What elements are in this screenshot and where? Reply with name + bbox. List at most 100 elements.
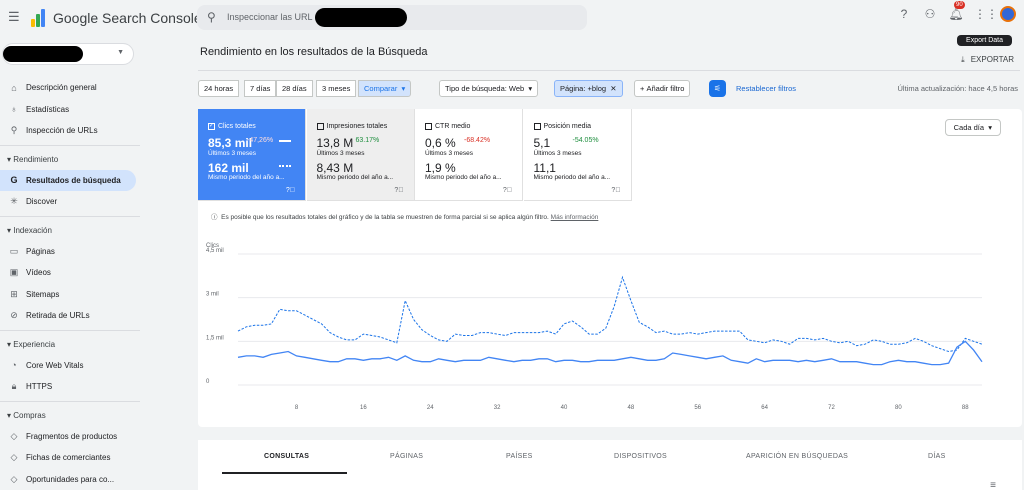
sidebar-section-experiencia[interactable]: ▾ Experiencia xyxy=(7,340,55,349)
help-icon[interactable]: ?⃝ xyxy=(286,187,295,194)
sidebar-item-core-web-vitals[interactable]: ◔ Core Web Vitals xyxy=(0,355,136,376)
sidebar-item-sitemaps[interactable]: ⊞ Sitemaps xyxy=(0,284,136,305)
menu-icon[interactable]: ☰ xyxy=(8,10,20,23)
metric-prev-value: 162 mil xyxy=(208,161,249,175)
metric-value: 0,6 % xyxy=(425,136,456,150)
range-28d[interactable]: 28 días xyxy=(276,80,313,97)
sidebar-item-label: Fragmentos de productos xyxy=(26,431,118,441)
add-filter-button[interactable]: + Añadir filtro xyxy=(634,80,691,97)
sidebar-divider xyxy=(0,400,140,402)
help-icon[interactable]: ?⃝ xyxy=(503,187,512,194)
top-bar: ☰ Google Search Console ⚲ Inspeccionar l… xyxy=(0,0,1024,38)
range-24h[interactable]: 24 horas xyxy=(198,80,240,97)
metric-tile-3[interactable]: CTR medio 0,6 % -68.42% Últimos 3 meses 1,9 … xyxy=(415,109,523,201)
sidebar-item-v-deos[interactable]: ▣ Vídeos xyxy=(0,262,136,283)
metric-tile-1[interactable]: ✓ Clics totales 85,3 mil -47,26% Últimos 3 m… xyxy=(198,109,306,201)
video-icon: ▣ xyxy=(9,267,19,277)
last-update: Última actualización: hace 4,5 horas xyxy=(897,84,1018,93)
x-tick-label: 56 xyxy=(694,405,701,411)
export-label: EXPORTAR xyxy=(970,55,1014,64)
metric-delta: -47,26% xyxy=(247,137,274,144)
diamond-icon: ◇ xyxy=(10,430,18,441)
plus-icon: + xyxy=(640,84,645,93)
metric-checkbox[interactable]: ✓ Clics totales xyxy=(208,123,256,130)
metric-checkbox[interactable]: Impresiones totales xyxy=(316,123,387,130)
y-tick-label: 3 mil xyxy=(206,292,219,298)
x-tick-label: 72 xyxy=(828,405,835,411)
manage-users-icon[interactable]: ⚇ xyxy=(922,6,938,22)
y-tick-label: 0 xyxy=(206,379,210,385)
chevron-down-icon: ▾ xyxy=(401,84,406,93)
eye-off-icon: ⊘ xyxy=(10,310,18,320)
sidebar-item-https[interactable]: 🔒︎ HTTPS xyxy=(0,376,136,397)
filter-list-icon[interactable]: ≡ xyxy=(990,480,996,490)
notifications-icon[interactable]: 🔔︎ 90 xyxy=(948,1,965,22)
filter-settings-icon[interactable]: ⚟ xyxy=(709,80,726,97)
asterisk-icon: ✳ xyxy=(10,196,18,206)
partial-results-info: ⓘ Es posible que los resultados totales … xyxy=(211,211,598,221)
sidebar-item-retirada-de-urls[interactable]: ⊘ Retirada de URLs xyxy=(0,305,136,326)
redacted-property xyxy=(3,46,83,62)
avatar[interactable] xyxy=(1000,6,1016,22)
tab-dispositivos[interactable]: DISPOSITIVOS xyxy=(614,453,667,460)
sidebar-item-estad-sticas[interactable]: ♁ Estadísticas xyxy=(0,99,136,120)
metric-delta: -68.42% xyxy=(464,137,491,144)
sidebar-item-label: Oportunidades para co... xyxy=(26,474,115,484)
checkbox-icon xyxy=(533,123,541,130)
metric-value: 85,3 mil xyxy=(208,136,253,150)
sidebar-section-rendimiento[interactable]: ▾ Rendimiento xyxy=(7,155,58,164)
tab-consultas[interactable]: CONSULTAS xyxy=(264,453,309,460)
gauge-icon: ◔ xyxy=(11,360,17,370)
sidebar-item-fichas-de-comerciantes[interactable]: ◇ Fichas de comerciantes xyxy=(0,447,136,468)
metric-checkbox[interactable]: CTR medio xyxy=(425,123,470,130)
help-icon[interactable]: ?⃝ xyxy=(394,187,403,194)
metric-label: Clics totales xyxy=(218,123,256,130)
metric-period: Últimos 3 meses xyxy=(533,150,582,157)
x-tick-label: 48 xyxy=(628,405,635,411)
range-3m[interactable]: 3 meses xyxy=(316,80,357,97)
sidebar-item-p-ginas[interactable]: ▭ Páginas xyxy=(0,241,136,262)
checkbox-icon xyxy=(425,123,432,130)
checkbox-icon xyxy=(316,123,324,130)
sidebar-item-inspecci-n-de-urls[interactable]: ⚲ Inspección de URLs xyxy=(0,120,136,141)
search-icon: ⚲ xyxy=(207,10,216,24)
sidebar-item-discover[interactable]: ✳ Discover xyxy=(0,191,136,212)
reset-filters-link[interactable]: Restablecer filtros xyxy=(736,84,796,93)
help-icon[interactable]: ?⃝ xyxy=(611,187,620,194)
apps-icon[interactable]: ⋮⋮ xyxy=(974,6,998,22)
export-button[interactable]: ⤓ EXPORTAR xyxy=(961,55,1014,65)
metric-prev-period: Mismo periodo del año a... xyxy=(425,174,502,181)
section-title: Indexación xyxy=(13,225,52,235)
search-type-filter[interactable]: Tipo de búsqueda: Web ▾ xyxy=(439,80,539,97)
granularity-select[interactable]: Cada día ▾ xyxy=(944,119,1001,136)
sidebar-section-compras[interactable]: ▾ Compras xyxy=(7,411,46,420)
page-filter-chip[interactable]: Página: +blog ✕ xyxy=(554,80,623,97)
solid-line-legend-icon xyxy=(279,140,291,142)
active-tab-indicator xyxy=(222,472,347,474)
metric-checkbox[interactable]: Posición media xyxy=(533,123,591,130)
sidebar-section-indexación[interactable]: ▾ Indexación xyxy=(7,226,52,235)
sidebar-item-resultados-de-b-squeda[interactable]: G Resultados de búsqueda xyxy=(0,169,136,191)
sidebar-item-oportunidades-para-co[interactable]: ◇ Oportunidades para co... xyxy=(0,469,136,490)
close-icon[interactable]: ✕ xyxy=(610,84,616,93)
sidebar-item-descripci-n-general[interactable]: ⌂ Descripción general xyxy=(0,77,136,98)
sidebar-item-fragmentos-de-productos[interactable]: ◇ Fragmentos de productos xyxy=(0,426,136,447)
range-7d[interactable]: 7 días xyxy=(244,80,277,97)
property-selector[interactable]: ▼ xyxy=(2,43,134,65)
tab-aparici-n-en-b-squedas[interactable]: APARICIÓN EN BÚSQUEDAS xyxy=(746,453,848,460)
sidebar-divider xyxy=(0,144,140,146)
metric-tile-4[interactable]: Posición media 5,1 -54.05% Últimos 3 meses 1… xyxy=(523,109,632,201)
export-data-tooltip: Export Data xyxy=(957,35,1012,46)
tab-p-ginas[interactable]: PÁGINAS xyxy=(390,453,423,460)
help-icon[interactable]: ? xyxy=(896,6,912,22)
url-inspection-search[interactable]: ⚲ Inspeccionar las URL d xyxy=(197,5,587,30)
x-tick-label: 40 xyxy=(561,405,568,411)
tab-d-as[interactable]: DÍAS xyxy=(928,453,946,460)
metric-period: Últimos 3 meses xyxy=(316,150,365,157)
clicks-chart: Clics4,5 mil3 mil1,5 mil08 16 24 32 40 48 56 64… xyxy=(206,243,983,411)
metric-tile-2[interactable]: Impresiones totales 13,8 M 63.17% Últimos 3… xyxy=(306,109,415,201)
tab-pa-ses[interactable]: PAÍSES xyxy=(506,453,533,460)
more-info-link[interactable]: Más información xyxy=(551,214,599,221)
compare-button[interactable]: Comparar ▾ xyxy=(358,80,412,97)
results-tabs: CONSULTAS PÁGINAS PAÍSES DISPOSITIVOS APARIC… xyxy=(198,440,1022,490)
